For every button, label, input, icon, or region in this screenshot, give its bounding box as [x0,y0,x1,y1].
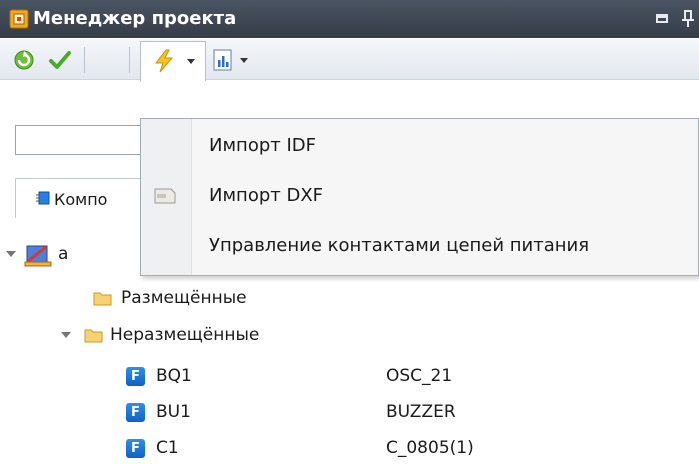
import-dropdown-button[interactable] [140,41,206,81]
menu-item-label: Импорт IDF [209,135,316,156]
dxf-file-icon [154,188,176,204]
table-row[interactable]: F BQ1 OSC_21 [0,362,699,392]
chevron-down-icon [187,59,195,64]
folder-icon [84,329,103,343]
app-icon [9,9,29,29]
refresh-icon[interactable] [12,48,36,72]
tab-label: Компо [54,190,108,209]
toolbar-separator [129,47,130,73]
pin-icon[interactable] [681,10,695,28]
component-name: BQ1 [156,366,192,386]
component-name: C1 [156,438,179,458]
tree-folder-placed[interactable]: Размещённые [0,284,400,314]
chevron-down-icon[interactable] [6,251,16,257]
toolbar [0,39,699,81]
component-value: C_0805(1) [386,438,474,458]
component-name: BU1 [156,402,191,422]
chevron-down-icon[interactable] [61,332,71,338]
board-icon [24,245,52,267]
title-bar: Менеджер проекта [0,0,699,38]
menu-item-label: Импорт DXF [209,185,324,206]
component-icon [36,191,50,205]
footprint-icon: F [126,403,145,422]
folder-label: Неразмещённые [110,325,260,345]
import-menu: Импорт IDF Импорт DXF Управление контакт… [140,118,699,276]
menu-item-power-nets[interactable]: Управление контактами цепей питания [141,223,698,271]
report-icon [213,49,232,71]
report-dropdown-button[interactable] [208,41,266,77]
check-icon[interactable] [48,48,72,72]
table-row[interactable]: F BU1 BUZZER [0,398,699,428]
restore-icon[interactable] [656,14,668,23]
tree-folder-unplaced[interactable]: Неразмещённые [0,321,400,351]
table-row[interactable]: F C1 C_0805(1) [0,434,699,464]
tree-root-label: a [58,244,69,264]
chevron-down-icon [240,58,248,63]
component-value: BUZZER [386,402,456,422]
panel-title: Менеджер проекта [33,8,237,29]
menu-item-import-idf[interactable]: Импорт IDF [141,123,698,171]
menu-item-import-dxf[interactable]: Импорт DXF [141,173,698,221]
folder-label: Размещённые [121,288,247,308]
folder-icon [93,292,112,306]
component-value: OSC_21 [386,366,453,386]
menu-item-label: Управление контактами цепей питания [209,235,590,256]
footprint-icon: F [126,367,145,386]
footprint-icon: F [126,439,145,458]
lightning-icon [154,49,174,73]
toolbar-separator [84,47,85,73]
